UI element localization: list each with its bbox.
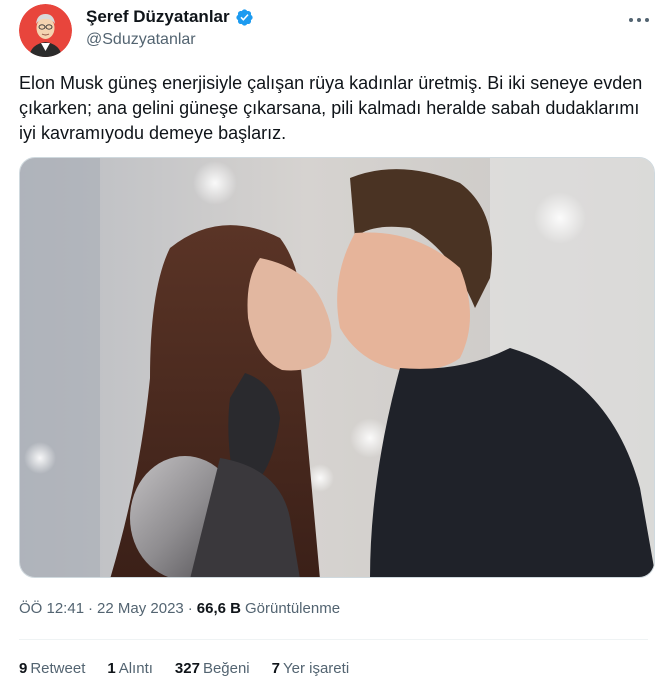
views-count: 66,6 B bbox=[196, 600, 241, 617]
author-avatar[interactable] bbox=[19, 4, 72, 57]
photo-illustration bbox=[20, 158, 654, 577]
tweet-time[interactable]: ÖÖ 12:41 bbox=[19, 600, 84, 617]
more-dot bbox=[629, 18, 633, 22]
retweets-stat[interactable]: 9 Retweet bbox=[19, 660, 85, 677]
bookmarks-stat[interactable]: 7 Yer işareti bbox=[272, 660, 350, 677]
avatar-illustration bbox=[19, 4, 72, 57]
tweet-photo[interactable] bbox=[19, 157, 655, 578]
tweet-meta: ÖÖ 12:41 · 22 May 2023 · 66,6 B Görüntül… bbox=[19, 600, 340, 617]
author-handle[interactable]: @Sduzyatanlar bbox=[86, 31, 196, 49]
retweets-count: 9 bbox=[19, 660, 28, 677]
meta-separator: · bbox=[187, 600, 193, 617]
bookmarks-label: Yer işareti bbox=[283, 660, 350, 677]
more-dot bbox=[637, 18, 641, 22]
more-dot bbox=[645, 18, 649, 22]
bookmarks-count: 7 bbox=[271, 660, 280, 677]
views-label: Görüntülenme bbox=[244, 600, 341, 617]
quotes-count: 1 bbox=[107, 660, 116, 677]
likes-stat[interactable]: 327 Beğeni bbox=[175, 660, 250, 677]
likes-label: Beğeni bbox=[202, 660, 250, 677]
tweet-stats: 9 Retweet 1 Alıntı 327 Beğeni 7 Yer işareti bbox=[19, 660, 349, 677]
author-name-row[interactable]: Şeref Düzyatanlar bbox=[86, 7, 254, 27]
tweet-date[interactable]: 22 May 2023 bbox=[97, 600, 184, 617]
retweets-label: Retweet bbox=[30, 660, 86, 677]
tweet-text: Elon Musk güneş enerjisiyle çalışan rüya… bbox=[19, 73, 643, 143]
more-options-icon[interactable] bbox=[629, 10, 649, 30]
tweet: Şeref Düzyatanlar @Sduzyatanlar Elon Mus… bbox=[0, 0, 667, 694]
quotes-label: Alıntı bbox=[118, 660, 153, 677]
divider bbox=[19, 639, 648, 640]
author-display-name[interactable]: Şeref Düzyatanlar bbox=[86, 7, 230, 27]
meta-separator: · bbox=[88, 600, 94, 617]
quotes-stat[interactable]: 1 Alıntı bbox=[107, 660, 153, 677]
likes-count: 327 bbox=[174, 660, 200, 677]
verified-badge-icon[interactable] bbox=[235, 8, 254, 27]
